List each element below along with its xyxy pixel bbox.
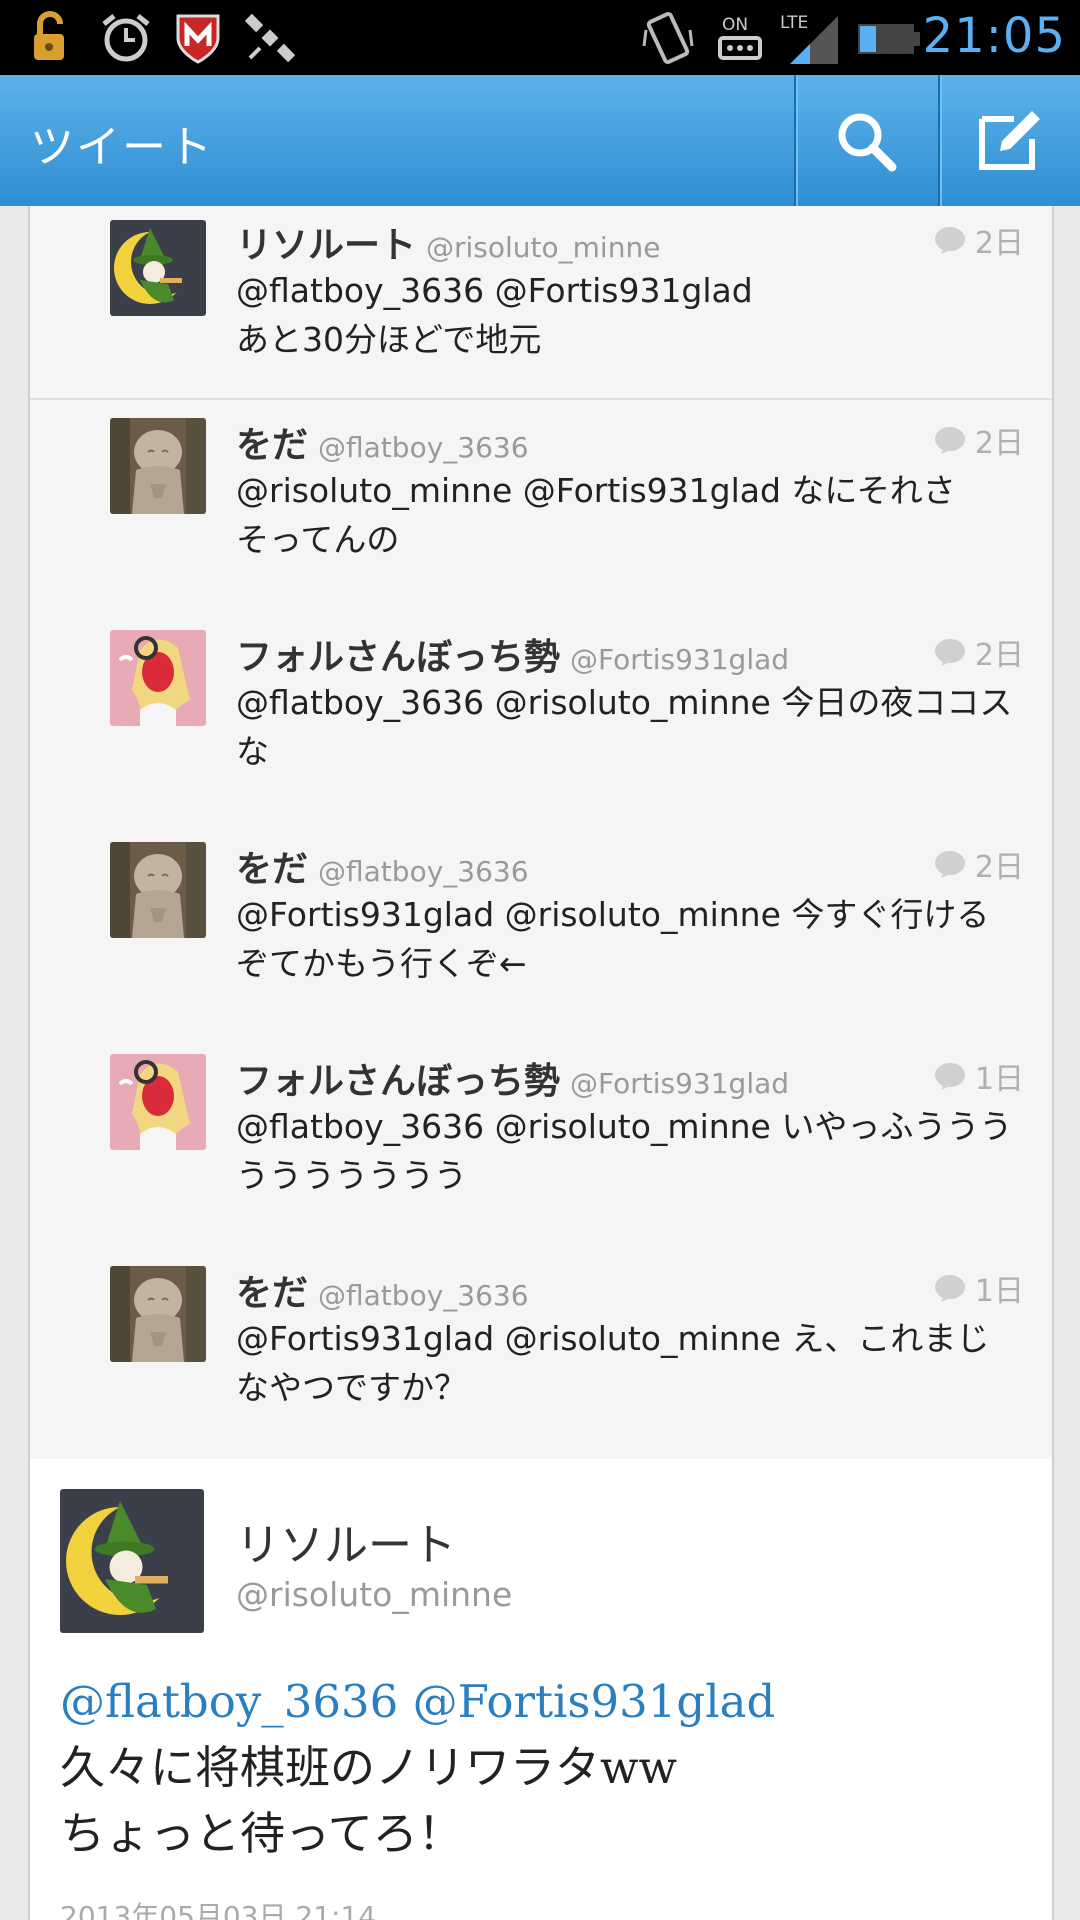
tweet-author-name: をだ [236, 849, 309, 890]
action-bar: ツイート [0, 75, 1080, 206]
avatar[interactable] [110, 1054, 206, 1150]
detail-avatar[interactable] [60, 1489, 204, 1633]
tweet-author-name: をだ [236, 1273, 309, 1314]
tweet-item[interactable]: をだ @flatboy_3636 2日 @Fortis931glad @risol… [30, 824, 1052, 1038]
tweet-text: @flatboy_3636 @risoluto_minne いやっふううう ううう… [236, 1107, 1013, 1195]
search-button[interactable] [794, 75, 936, 206]
tweet-timestamp: 2日 [974, 638, 1024, 673]
lock-icon [26, 10, 82, 66]
tweet-author-handle: @Fortis931glad [570, 643, 790, 676]
tweet-item[interactable]: をだ @flatboy_3636 2日 @risoluto_minne @Fort… [30, 400, 1052, 614]
avatar[interactable] [110, 418, 206, 514]
tty-on-icon: ON [712, 10, 768, 66]
tweet-author-handle: @flatboy_3636 [318, 431, 529, 464]
avatar[interactable] [110, 842, 206, 938]
tweet-author-handle: @flatboy_3636 [318, 855, 529, 888]
svg-text:LTE: LTE [780, 13, 808, 33]
tweet-author-name: フォルさんぼっち勢 [236, 1061, 561, 1102]
lte-signal-icon: LTE [780, 10, 842, 66]
battery-icon [856, 10, 922, 66]
tweet-timestamp: 2日 [974, 850, 1024, 885]
tweet-text: @risoluto_minne @Fortis931glad なにそれさ そってん… [236, 471, 956, 559]
reply-bubble-icon [934, 227, 965, 254]
svg-text:ON: ON [722, 15, 748, 35]
tweet-text: @flatboy_3636 @risoluto_minne 今日の夜ココスな [236, 683, 1013, 771]
tweet-item[interactable]: をだ @flatboy_3636 1日 @Fortis931glad @risol… [30, 1248, 1052, 1462]
tweet-author-name: リソルート [236, 225, 417, 266]
status-bar: ON LTE 21:05 [0, 0, 1080, 75]
tweet-text: @flatboy_3636 @Fortis931glad あと30分ほどで地元 [236, 271, 753, 359]
reply-bubble-icon [934, 851, 965, 878]
vibrate-icon [640, 10, 696, 66]
detail-author-handle[interactable]: @risoluto_minne [236, 1575, 512, 1614]
tweet-author-handle: @flatboy_3636 [318, 1279, 529, 1312]
reply-bubble-icon [934, 639, 965, 666]
status-clock: 21:05 [922, 8, 1066, 64]
tweet-timestamp: 2日 [974, 226, 1024, 261]
avatar[interactable] [110, 220, 206, 316]
compose-button[interactable] [938, 75, 1080, 206]
search-icon [838, 113, 897, 171]
tweet-item[interactable]: リソルート @risoluto_minne 2日 @flatboy_3636 @F… [30, 206, 1052, 400]
tweet-detail: リソルート @risoluto_minne @flatboy_3636 @For… [30, 1459, 1052, 1920]
reply-bubble-icon [934, 1275, 965, 1302]
tweet-timeline[interactable]: リソルート @risoluto_minne 2日 @flatboy_3636 @F… [28, 206, 1054, 1920]
compose-icon [979, 110, 1040, 170]
tweet-author-handle: @risoluto_minne [426, 231, 661, 264]
tweet-author-handle: @Fortis931glad [570, 1067, 790, 1100]
avatar[interactable] [110, 1266, 206, 1362]
tweet-timestamp: 1日 [974, 1274, 1024, 1309]
avatar[interactable] [110, 630, 206, 726]
mcafee-icon [170, 10, 226, 66]
detail-tweet-text: @flatboy_3636 @Fortis931glad 久々に将棋班のノリワラ… [60, 1675, 776, 1860]
alarm-icon [98, 10, 154, 66]
reply-bubble-icon [934, 1063, 965, 1090]
tweet-timestamp: 2日 [974, 426, 1024, 461]
tweet-author-name: をだ [236, 425, 309, 466]
tweet-item[interactable]: フォルさんぼっち勢 @Fortis931glad 2日 @flatboy_3636… [30, 612, 1052, 826]
reply-bubble-icon [934, 427, 965, 454]
tweet-author-name: フォルさんぼっち勢 [236, 637, 561, 678]
detail-timestamp: 2013年05月03日 21:14 [60, 1900, 377, 1920]
mention-link[interactable]: @Fortis931glad [413, 1675, 776, 1728]
tweet-text: @Fortis931glad @risoluto_minne 今すぐ行ける ぞてか… [236, 895, 990, 983]
mention-link[interactable]: @flatboy_3636 [60, 1675, 398, 1728]
tweet-item[interactable]: フォルさんぼっち勢 @Fortis931glad 1日 @flatboy_3636… [30, 1036, 1052, 1250]
satellite-icon [242, 10, 298, 66]
tweet-text: @Fortis931glad @risoluto_minne え、これまじ なやつ… [236, 1319, 990, 1407]
detail-author-name[interactable]: リソルート [236, 1509, 456, 1573]
page-title: ツイート [30, 122, 214, 173]
tweet-timestamp: 1日 [974, 1062, 1024, 1097]
